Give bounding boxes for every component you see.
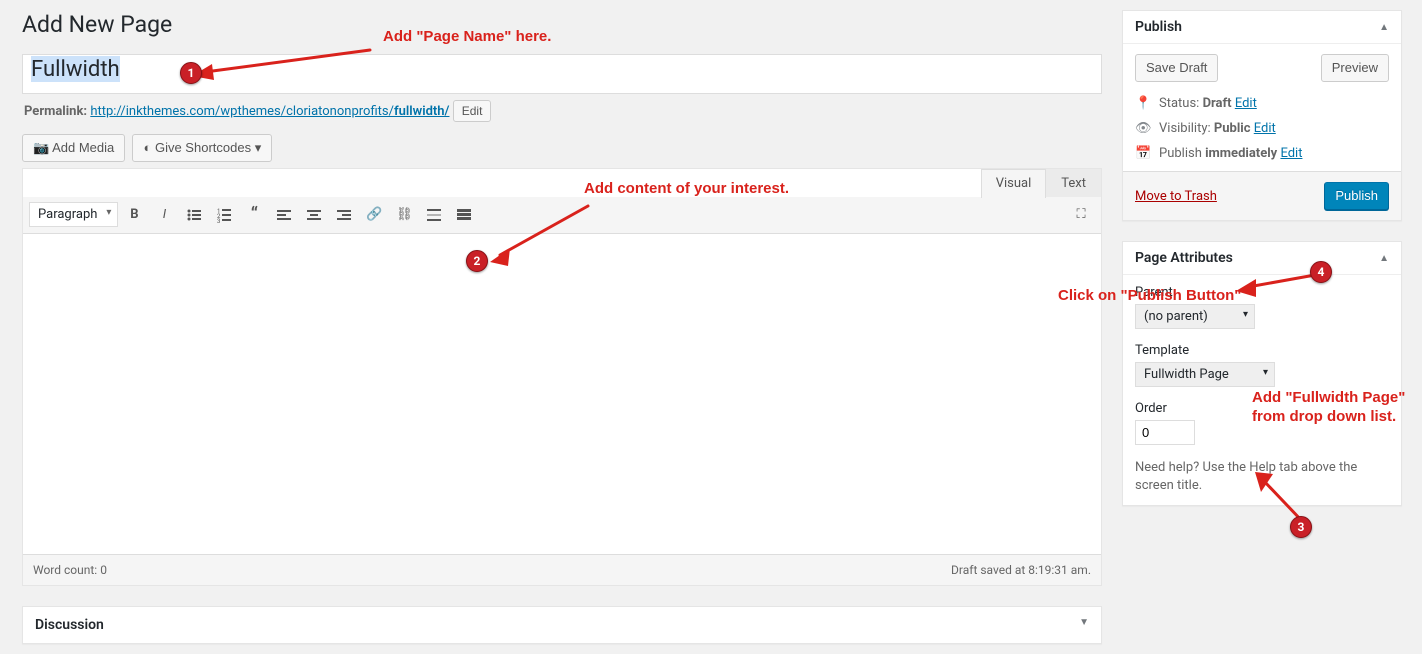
- media-bar: 📷 Add Media ◐ Give Shortcodes ▾: [22, 134, 1102, 162]
- word-count: Word count: 0: [33, 563, 107, 577]
- title-value: Fullwidth: [31, 56, 120, 82]
- add-media-button[interactable]: 📷 Add Media: [22, 134, 125, 162]
- align-center-button[interactable]: [300, 201, 328, 229]
- page-attributes-postbox: Page Attributes ▲ Parent (no parent) Tem…: [1122, 241, 1402, 506]
- annotation-badge-3: 3: [1290, 516, 1312, 538]
- edit-visibility-link[interactable]: Edit: [1254, 121, 1276, 136]
- tab-visual[interactable]: Visual: [981, 169, 1047, 198]
- tab-text[interactable]: Text: [1046, 169, 1101, 197]
- format-select[interactable]: Paragraph: [29, 202, 118, 227]
- align-left-button[interactable]: [270, 201, 298, 229]
- link-button[interactable]: 🔗: [360, 201, 388, 229]
- chevron-up-icon[interactable]: ▲: [1379, 22, 1389, 33]
- edit-schedule-link[interactable]: Edit: [1280, 146, 1302, 161]
- annotation-badge-2: 2: [466, 250, 488, 272]
- attributes-help-text: Need help? Use the Help tab above the sc…: [1135, 459, 1389, 495]
- parent-label: Parent: [1135, 285, 1389, 300]
- attributes-title: Page Attributes: [1135, 250, 1233, 266]
- annotation-badge-4: 4: [1310, 261, 1332, 283]
- discussion-postbox: Discussion ▼: [22, 606, 1102, 644]
- permalink-row: Permalink: http://inkthemes.com/wpthemes…: [24, 100, 1102, 122]
- chevron-down-icon[interactable]: ▼: [1079, 617, 1089, 633]
- svg-text:3: 3: [217, 218, 220, 223]
- blockquote-button[interactable]: “: [240, 201, 268, 229]
- align-right-button[interactable]: [330, 201, 358, 229]
- read-more-button[interactable]: [420, 201, 448, 229]
- publish-postbox: Publish ▲ Save Draft Preview 📍 Status: D…: [1122, 10, 1402, 221]
- template-select[interactable]: Fullwidth Page: [1135, 362, 1275, 387]
- toolbar-toggle-button[interactable]: [450, 201, 478, 229]
- chevron-up-icon[interactable]: ▲: [1379, 253, 1389, 264]
- chevron-down-icon: ▾: [255, 140, 262, 155]
- parent-select[interactable]: (no parent): [1135, 304, 1255, 329]
- calendar-icon: 📅: [1135, 146, 1151, 161]
- italic-button[interactable]: I: [150, 201, 178, 229]
- fullscreen-button[interactable]: ⛶: [1067, 201, 1095, 229]
- number-list-button[interactable]: 123: [210, 201, 238, 229]
- unlink-button[interactable]: ⛓: [390, 201, 418, 229]
- give-shortcodes-button[interactable]: ◐ Give Shortcodes ▾: [132, 134, 272, 162]
- permalink-url[interactable]: http://inkthemes.com/wpthemes/cloriatono…: [90, 104, 449, 119]
- visibility-icon: 👁: [1135, 121, 1151, 136]
- order-label: Order: [1135, 401, 1389, 416]
- bold-button[interactable]: B: [120, 201, 148, 229]
- permalink-label: Permalink:: [24, 104, 87, 119]
- save-draft-button[interactable]: Save Draft: [1135, 54, 1218, 82]
- give-icon: ◐: [143, 140, 151, 155]
- bullet-list-button[interactable]: [180, 201, 208, 229]
- preview-button[interactable]: Preview: [1321, 54, 1389, 82]
- camera-icon: 📷: [33, 140, 49, 155]
- page-title: Add New Page: [22, 10, 1102, 40]
- template-label: Template: [1135, 343, 1389, 358]
- content-editor[interactable]: [23, 234, 1101, 554]
- permalink-edit-button[interactable]: Edit: [453, 100, 492, 122]
- editor-toolbar: Paragraph B I 123 “ 🔗 ⛓ ⛶: [23, 197, 1101, 234]
- edit-status-link[interactable]: Edit: [1235, 96, 1257, 111]
- editor: Visual Text Paragraph B I 123 “ 🔗 ⛓: [22, 168, 1102, 586]
- pin-icon: 📍: [1135, 96, 1151, 111]
- order-input[interactable]: [1135, 420, 1195, 445]
- move-to-trash-link[interactable]: Move to Trash: [1135, 189, 1217, 204]
- annotation-badge-1: 1: [180, 62, 202, 84]
- publish-button[interactable]: Publish: [1324, 182, 1389, 210]
- draft-saved-time: Draft saved at 8:19:31 am.: [951, 563, 1091, 577]
- editor-status-bar: Word count: 0 Draft saved at 8:19:31 am.: [23, 554, 1101, 585]
- publish-title: Publish: [1135, 19, 1182, 35]
- discussion-title: Discussion: [35, 617, 104, 633]
